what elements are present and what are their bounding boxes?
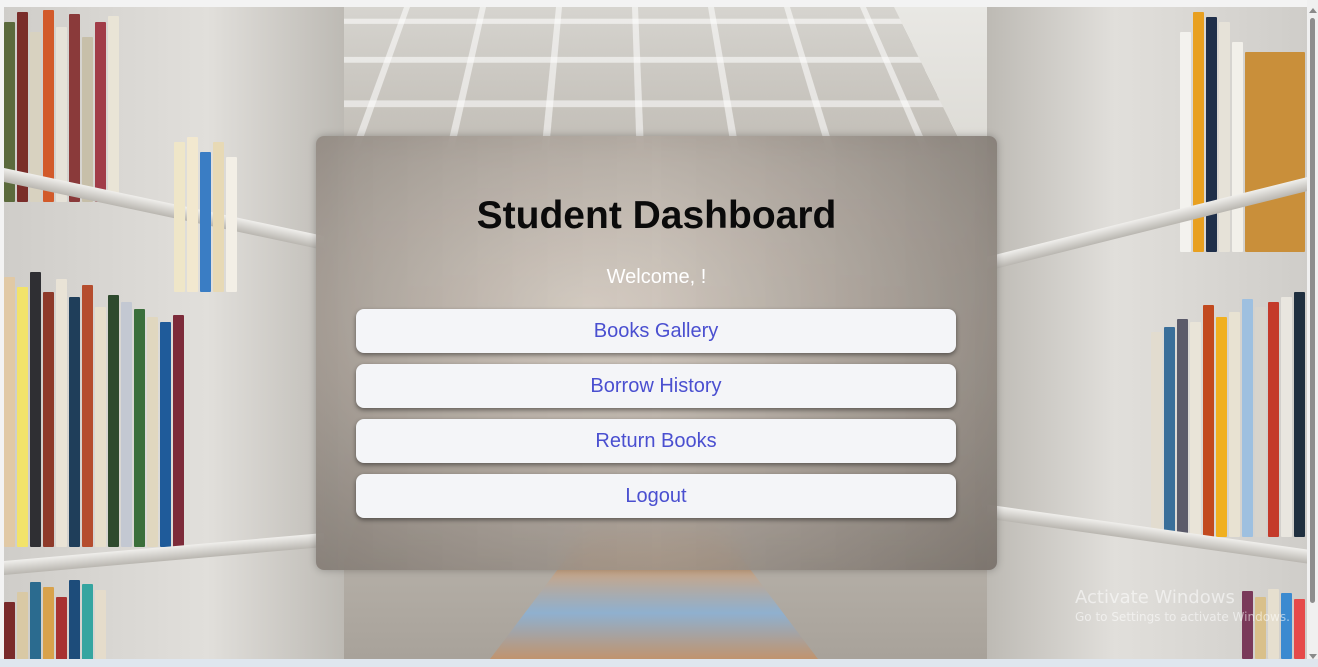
welcome-message: Welcome, ! [606, 266, 707, 288]
book-row [4, 267, 186, 547]
right-bookshelf [987, 7, 1307, 659]
page-title: Student Dashboard [476, 194, 837, 237]
shelf-board [4, 167, 324, 251]
dashboard-card: Student Dashboard Welcome, ! Books Galle… [316, 136, 997, 570]
watermark-title: Activate Windows [1075, 587, 1235, 608]
ceiling [263, 7, 965, 151]
scroll-thumb[interactable] [1310, 18, 1315, 603]
watermark-subtitle: Go to Settings to activate Windows. [1075, 610, 1290, 624]
book-row [1151, 287, 1307, 537]
taskbar-edge [0, 659, 1318, 667]
logout-button[interactable]: Logout [356, 474, 956, 518]
return-books-button[interactable]: Return Books [356, 419, 956, 463]
dashboard-menu: Books Gallery Borrow History Return Book… [356, 309, 956, 529]
vertical-scrollbar[interactable] [1307, 0, 1318, 667]
windows-activation-watermark: Activate Windows Go to Settings to activ… [1075, 587, 1290, 624]
borrow-history-button[interactable]: Borrow History [356, 364, 956, 408]
left-bookshelf [4, 7, 344, 659]
book-row [4, 577, 108, 659]
books-gallery-button[interactable]: Books Gallery [356, 309, 956, 353]
scroll-up-arrow-icon[interactable] [1309, 8, 1317, 13]
